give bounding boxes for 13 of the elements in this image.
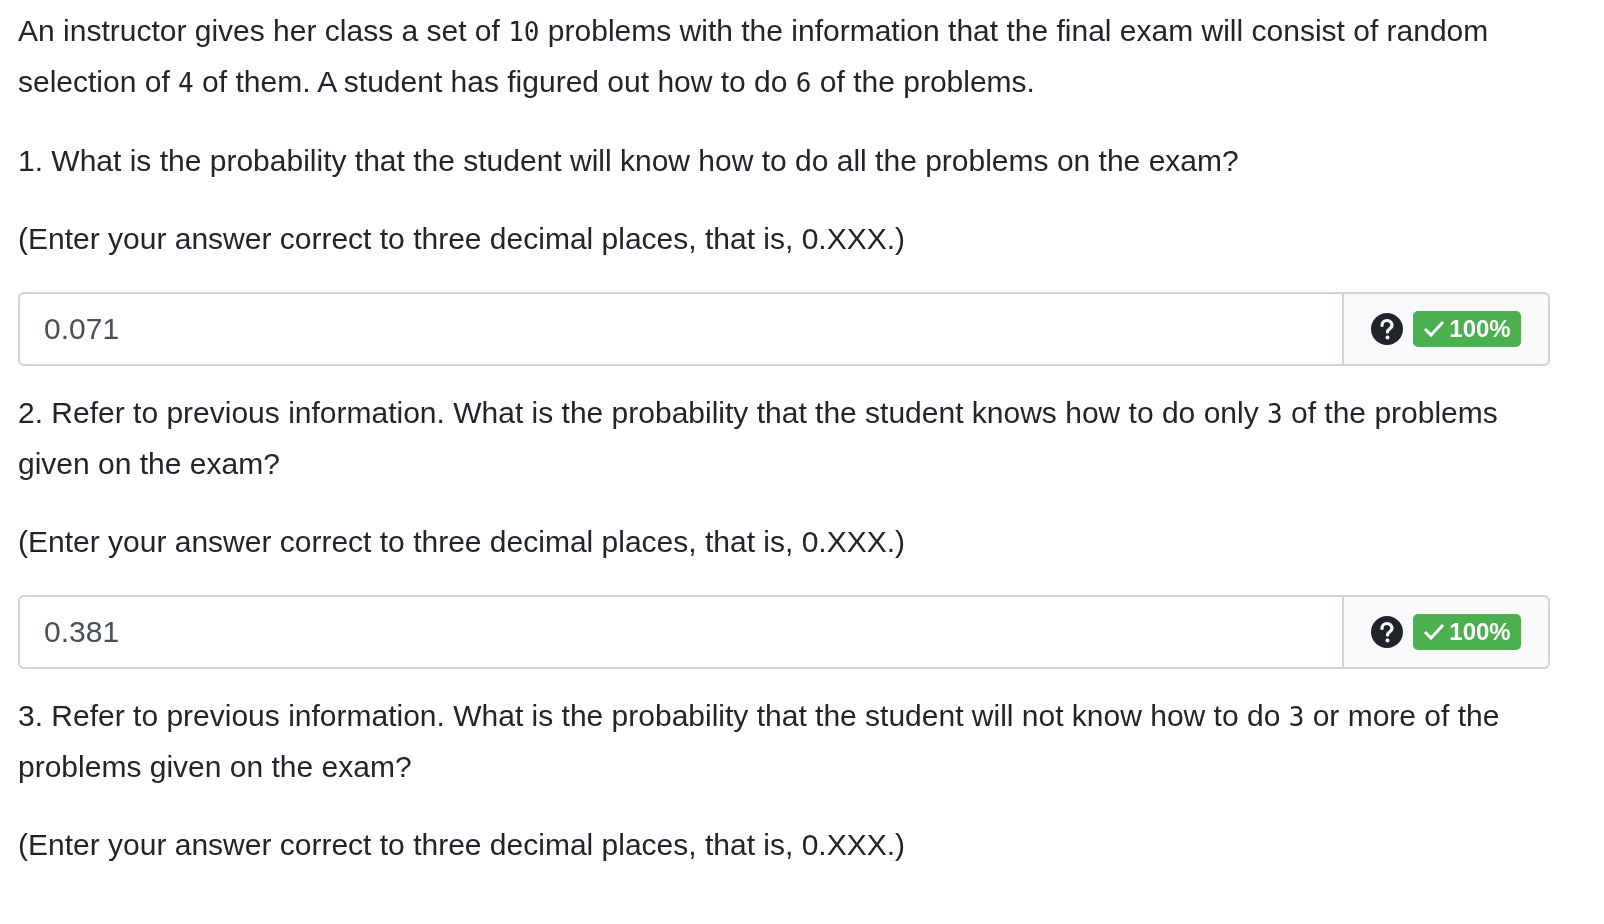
help-icon[interactable] <box>1371 313 1404 345</box>
score-badge: 100% <box>1413 614 1521 650</box>
problem-statement: An instructor gives her class a set of 10 problems with the information that the final exam will consist of random selection of 4 of them. A student has figured out how to do 6 of the problems. <box>18 13 1490 100</box>
question-text: 3. Refer to previous information. What is the probability that the student will not know how to do 3 or more of the problems given on the exam? <box>18 698 1501 785</box>
answer-field[interactable]: 0.381 <box>18 595 1344 669</box>
help-icon[interactable] <box>1371 616 1404 648</box>
question-text: 2. Refer to previous information. What is the probability that the student knows how to do only 3 of the problems given on the exam? <box>18 395 1499 482</box>
question-text: 1. What is the probability that the student will know how to do all the problems on the exam? <box>18 143 1240 179</box>
instruction-text: (Enter your answer correct to three decimal places, that is, 0.XXX.) <box>18 221 907 257</box>
instruction-text: (Enter your answer correct to three decimal places, that is, 0.XXX.) <box>18 827 907 863</box>
score-badge: 100% <box>1413 311 1521 347</box>
answer-field[interactable]: 0.071 <box>18 292 1344 366</box>
instruction-text: (Enter your answer correct to three decimal places, that is, 0.XXX.) <box>18 524 907 560</box>
